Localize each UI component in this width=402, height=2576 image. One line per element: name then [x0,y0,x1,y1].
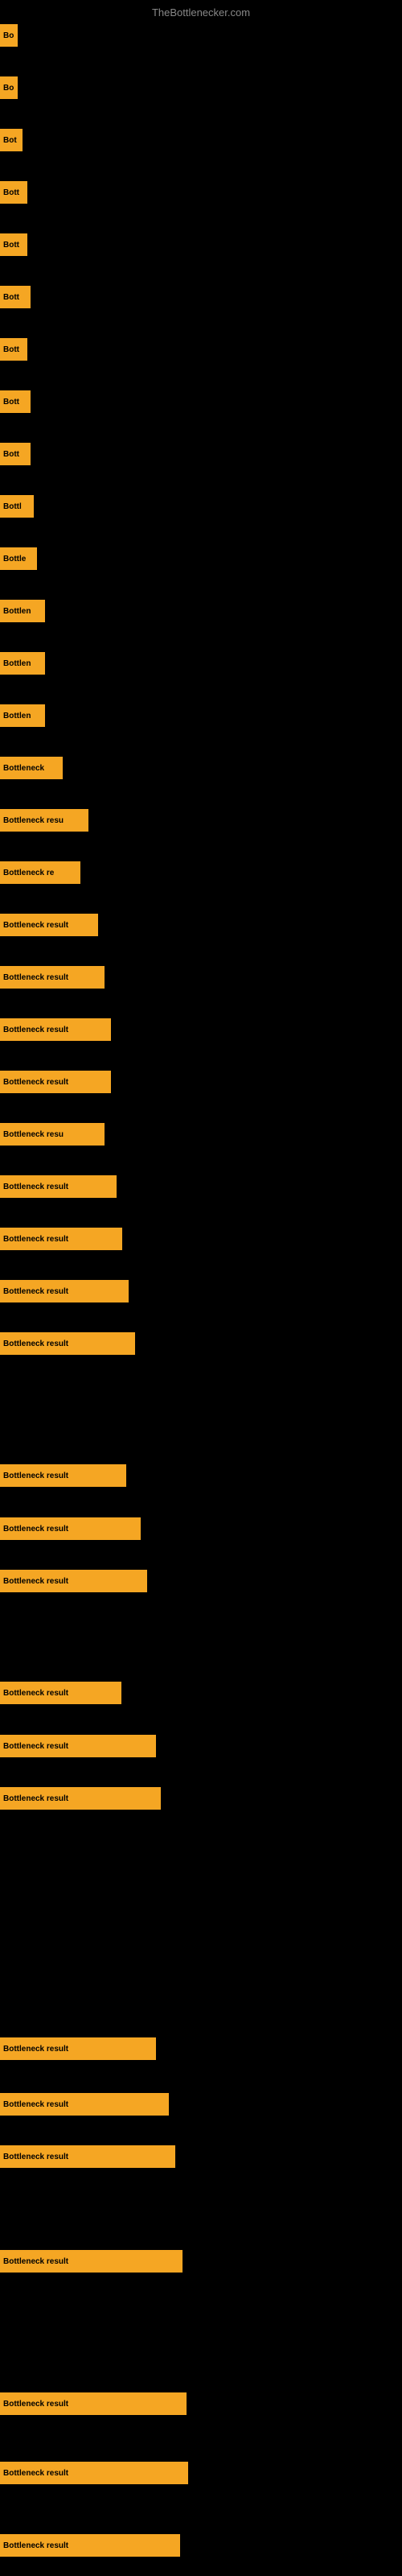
bar-row: Bottleneck result [0,914,98,936]
bar-row: Bottleneck result [0,2093,169,2116]
bar-label: Bottleneck result [3,1525,68,1534]
bar-label: Bottleneck result [3,1577,68,1586]
bar-label: Bottleneck result [3,1472,68,1480]
bar-label: Bottleneck result [3,1183,68,1191]
bar-label: Bott [3,293,19,302]
bar-row: Bott [0,286,31,308]
bar-label: Bottleneck resu [3,1130,64,1139]
bar-label: Bottleneck result [3,973,68,982]
bar-label: Bo [3,31,14,40]
bar-label: Bottleneck resu [3,816,64,825]
bar-row: Bott [0,181,27,204]
bar-row: Bottleneck resu [0,1123,105,1146]
bar-label: Bottleneck result [3,2100,68,2109]
bar-row: Bott [0,390,31,413]
bar-row: Bottleneck resu [0,809,88,832]
bar-label: Bot [3,136,17,145]
bar-row: Bottleneck result [0,1332,135,1355]
bar-row: Bottleneck result [0,1175,117,1198]
bar-row: Bott [0,443,31,465]
bar-label: Bottleneck result [3,1235,68,1244]
bar-row: Bottleneck result [0,1735,156,1757]
bar-label: Bottlen [3,659,31,668]
bar-row: Bottleneck result [0,1570,147,1592]
bar-label: Bottleneck [3,764,44,773]
bar-label: Bottlen [3,712,31,720]
bar-label: Bott [3,188,19,197]
bar-label: Bottlen [3,607,31,616]
bar-label: Bottleneck result [3,1078,68,1087]
bar-label: Bottleneck result [3,1287,68,1296]
bar-label: Bottleneck result [3,921,68,930]
bar-row: Bottleneck result [0,1228,122,1250]
bar-label: Bottleneck result [3,2153,68,2161]
bar-row: Bottleneck result [0,1787,161,1810]
bar-row: Bottleneck result [0,2145,175,2168]
bar-row: Bottleneck result [0,2037,156,2060]
bar-label: Bottleneck result [3,2257,68,2266]
bar-row: Bottl [0,495,34,518]
bar-label: Bott [3,398,19,407]
bar-label: Bottleneck result [3,1026,68,1034]
bar-row: Bottleneck result [0,1071,111,1093]
bar-label: Bott [3,345,19,354]
bar-label: Bottleneck result [3,2045,68,2054]
bar-row: Bottleneck result [0,2534,180,2557]
bar-row: Bottlen [0,652,45,675]
bar-label: Bottl [3,502,22,511]
bar-row: Bottlen [0,600,45,622]
bar-label: Bottleneck result [3,1340,68,1348]
site-title: TheBottlenecker.com [152,6,250,19]
bar-label: Bottleneck result [3,2400,68,2409]
bar-label: Bottleneck result [3,2469,68,2478]
bar-label: Bottleneck result [3,1689,68,1698]
bar-label: Bott [3,241,19,250]
bar-label: Bottleneck result [3,1794,68,1803]
bar-row: Bottleneck result [0,1464,126,1487]
bar-row: Bottleneck result [0,2462,188,2484]
bar-row: Bottleneck result [0,966,105,989]
bar-row: Bottleneck re [0,861,80,884]
bar-row: Bottlen [0,704,45,727]
bar-label: Bottle [3,555,26,564]
bar-label: Bott [3,450,19,459]
bar-row: Bottleneck result [0,1517,141,1540]
bar-label: Bottleneck re [3,869,54,877]
bar-row: Bottleneck result [0,2250,183,2273]
bar-row: Bottleneck result [0,1682,121,1704]
bar-row: Bottle [0,547,37,570]
bar-row: Bottleneck result [0,2392,187,2415]
bar-row: Bottleneck [0,757,63,779]
bar-row: Bott [0,233,27,256]
bar-row: Bottleneck result [0,1018,111,1041]
bar-label: Bottleneck result [3,1742,68,1751]
bar-label: Bottleneck result [3,2541,68,2550]
bar-label: Bo [3,84,14,93]
bar-row: Bot [0,129,23,151]
bar-row: Bo [0,76,18,99]
bar-row: Bo [0,24,18,47]
bar-row: Bott [0,338,27,361]
bar-row: Bottleneck result [0,1280,129,1302]
